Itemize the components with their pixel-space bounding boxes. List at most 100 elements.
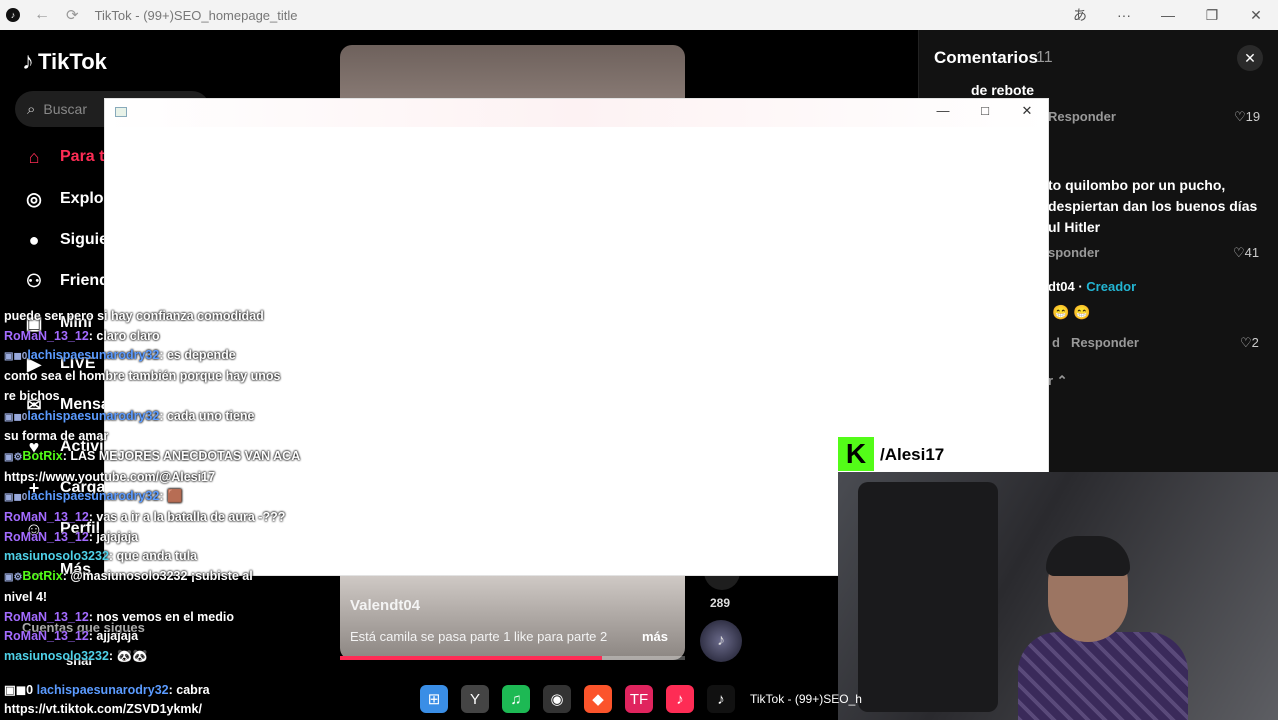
window-icon (115, 107, 127, 117)
like-count: 2 (1251, 335, 1259, 350)
chat-username: RoMaN_13_12 (4, 529, 89, 544)
popup-close-button[interactable]: ✕ (1015, 103, 1039, 123)
chat-link: https://vt.tiktok.com/ZSVD1ykmk/ (4, 702, 202, 716)
comment-like[interactable]: ♡19 (1234, 109, 1260, 125)
translate-icon[interactable]: あ (1058, 5, 1102, 25)
chat-line: RoMaN_13_12: nos vemos en el medio (4, 609, 234, 624)
more-menu-icon[interactable]: ··· (1102, 7, 1146, 23)
chat-line: ▣◼0lachispaesunarodry32: es depende (4, 348, 236, 363)
chat-message: es depende (166, 348, 236, 363)
back-icon[interactable]: ← (34, 6, 50, 24)
like-count: 19 (1245, 109, 1261, 124)
chat-line: ▣◼0lachispaesunarodry32: cada uno tiene (4, 408, 255, 423)
chat-message: su forma de amar (4, 429, 109, 444)
chat-line: ▣◼0lachispaesunarodry32: 🟫 (4, 489, 183, 504)
window-controls: あ ··· — ❐ ✕ (1058, 0, 1278, 30)
comment-like[interactable]: ♡41 (1233, 245, 1259, 261)
chat-message: @masiunosolo3232 ¡subiste al (70, 569, 253, 584)
chat-username: lachispaesunarodry32 (27, 348, 160, 363)
close-comments-button[interactable]: ✕ (1237, 45, 1263, 71)
chat-line: como sea el hombre también porque hay un… (4, 367, 314, 387)
tiktok-logo[interactable]: ♪ TikTok (22, 48, 107, 76)
chat-badges: ▣◼0 (4, 683, 34, 697)
nav-icon: ◎ (26, 188, 42, 209)
screen: ♪ ← ⟳ TikTok - (99+)SEO_homepage_title あ… (0, 0, 1278, 720)
taskbar-tiktok-window-icon[interactable]: ♪ (707, 685, 735, 713)
taskbar-yandex-icon[interactable]: Y (461, 685, 489, 713)
taskbar-spotify-icon[interactable]: ♫ (502, 685, 530, 713)
search-icon: ⌕ (27, 100, 36, 118)
video-preview-top[interactable] (340, 45, 685, 105)
expand-replies[interactable]: r ⌃ (1048, 373, 1068, 389)
chat-message: re bichos (4, 388, 60, 403)
chat-message: ajjajaja (96, 629, 139, 644)
chat-badges: ▣⚙ (4, 451, 23, 463)
chat-line: su forma de amar (4, 427, 314, 447)
taskbar-active-label[interactable]: TikTok - (99+)SEO_h (750, 692, 862, 706)
popup-maximize-button[interactable]: □ (973, 103, 997, 123)
browser-titlebar: ♪ ← ⟳ TikTok - (99+)SEO_homepage_title あ… (0, 0, 1278, 30)
video-more-link[interactable]: más (642, 629, 668, 644)
nav-icon: ⚇ (25, 270, 43, 291)
chat-message: puede ser pero si hay confianza comodida… (4, 309, 264, 323)
reply-button[interactable]: sponder (1048, 245, 1099, 260)
chat-username: lachispaesunarodry32 (36, 683, 169, 697)
logo-text: TikTok (38, 49, 107, 74)
video-description: Está camila se pasa parte 1 like para pa… (350, 629, 608, 644)
reply-button[interactable]: Responder (1071, 335, 1139, 350)
chat-message: nivel 4! (4, 589, 48, 604)
maximize-button[interactable]: ❐ (1190, 7, 1234, 24)
chat-username: RoMaN_13_12 (4, 609, 89, 624)
taskbar-tf-icon[interactable]: TF (625, 685, 653, 713)
streamer-handle: /Alesi17 (874, 441, 951, 468)
streamer-hair (1046, 536, 1130, 576)
taskbar-windows-icon[interactable]: ⊞ (420, 685, 448, 713)
share-count: 289 (710, 596, 731, 610)
kick-logo: K (838, 437, 874, 471)
popup-titlebar[interactable]: — □ ✕ (105, 99, 1048, 127)
chat-line: https://www.youtube.com/@Alesi17 (4, 468, 314, 488)
nav-icon: ● (28, 229, 40, 250)
comment-text: 😁 😁 (1052, 304, 1091, 320)
taskbar-obs-icon[interactable]: ◉ (543, 685, 571, 713)
taskbar-tiktok-app-icon[interactable]: ♪ (666, 685, 694, 713)
comment-text-line: to quilombo por un pucho, (1048, 177, 1226, 193)
comment-text: de rebote (971, 82, 1035, 98)
comment-like[interactable]: ♡2 (1240, 335, 1259, 351)
taskbar-brave-icon[interactable]: ◆ (584, 685, 612, 713)
chat-line: re bichos (4, 387, 314, 407)
chat-message: que anda tula (116, 549, 198, 564)
video-progress-bar[interactable] (340, 656, 685, 660)
chat-line: puede ser pero si hay confianza comodida… (4, 307, 314, 327)
chat-line: RoMaN_13_12: claro claro (4, 328, 160, 343)
video-author[interactable]: Valendt04 (350, 597, 420, 614)
comments-title: Comentarios (934, 48, 1038, 67)
chat-message: https://www.youtube.com/@Alesi17 (4, 469, 216, 484)
chat-line: nivel 4! (4, 588, 314, 608)
streamer (1018, 536, 1188, 720)
chat-badges: ▣◼0 (4, 411, 28, 423)
music-disc-icon[interactable]: ♪ (700, 620, 742, 662)
comment-author[interactable]: dt04 · Creador (1048, 279, 1136, 294)
reply-button[interactable]: Responder (1048, 109, 1116, 124)
video-player[interactable] (340, 576, 685, 660)
chat-line: masiunosolo3232: 🐼🐼 (4, 648, 148, 663)
search-placeholder: Buscar (43, 101, 87, 117)
webcam-feed (838, 472, 1278, 720)
creator-badge: Creador (1086, 279, 1137, 294)
comment-date: d (1052, 335, 1060, 350)
tiktok-app-icon: ♪ (6, 8, 20, 22)
chat-username: lachispaesunarodry32 (27, 408, 160, 423)
reload-icon[interactable]: ⟳ (66, 6, 79, 24)
chat-last-message: ▣◼0 lachispaesunarodry32: cabra https://… (4, 681, 210, 719)
heart-icon: ♡ (1234, 109, 1246, 124)
chat-message: nos vemos en el medio (96, 609, 234, 624)
chat-line: RoMaN_13_12: ajjajaja (4, 629, 139, 644)
sidebar-item-parati[interactable]: ⌂ Para ti (20, 143, 109, 171)
streamer-body (1018, 632, 1188, 720)
close-button[interactable]: ✕ (1234, 7, 1278, 24)
nav-icon: ⌂ (28, 146, 40, 167)
popup-minimize-button[interactable]: — (931, 103, 955, 123)
minimize-button[interactable]: — (1146, 7, 1190, 23)
chat-badges: ▣⚙ (4, 572, 23, 584)
